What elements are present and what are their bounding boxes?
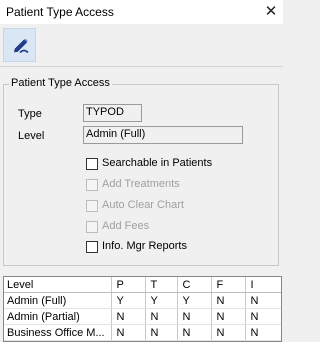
group-legend: Patient Type Access <box>9 77 112 89</box>
cell-i: N <box>245 324 281 341</box>
cell-p: Y <box>111 292 146 309</box>
table-row[interactable]: Admin (Partial) N N N N N <box>4 308 281 325</box>
column-header-level[interactable]: Level <box>4 277 112 293</box>
column-header-p[interactable]: P <box>111 277 146 293</box>
grid-header-row: Level P T C F I <box>4 277 281 293</box>
cell-t: N <box>145 324 178 341</box>
table-row[interactable]: Admin (Full) Y Y Y N N <box>4 292 281 309</box>
title-bar: Patient Type Access ✕ <box>0 0 283 24</box>
cell-c: N <box>177 308 212 325</box>
checkbox-label: Add Fees <box>102 220 150 232</box>
cell-level: Admin (Partial) <box>4 308 112 325</box>
cell-t: N <box>145 308 178 325</box>
column-header-t[interactable]: T <box>145 277 178 293</box>
column-header-i[interactable]: I <box>245 277 281 293</box>
checkbox-box[interactable] <box>86 179 98 191</box>
cell-p: N <box>111 324 146 341</box>
table-row[interactable]: Business Office M... N N N N N <box>4 324 281 341</box>
edit-button[interactable] <box>3 28 36 62</box>
checkbox-box[interactable] <box>86 221 98 233</box>
cell-c: N <box>177 324 212 341</box>
column-header-c[interactable]: C <box>177 277 212 293</box>
cell-f: N <box>211 324 246 341</box>
checkbox-box[interactable] <box>86 158 98 170</box>
level-label: Level <box>18 130 45 142</box>
cell-f: N <box>211 308 246 325</box>
pencil-edit-icon <box>14 38 29 54</box>
checkbox-box[interactable] <box>86 200 98 212</box>
window-title: Patient Type Access <box>6 5 114 19</box>
checkbox-label: Searchable in Patients <box>102 157 213 169</box>
type-field[interactable]: TYPOD <box>83 104 142 122</box>
cell-i: N <box>245 308 281 325</box>
cell-i: N <box>245 292 281 309</box>
cell-t: Y <box>145 292 178 309</box>
levels-grid[interactable]: Level P T C F I Admin (Full) Y Y Y N N A… <box>3 276 282 342</box>
levels-table: Level P T C F I Admin (Full) Y Y Y N N A… <box>4 277 281 341</box>
cell-p: N <box>111 308 146 325</box>
checkbox-box[interactable] <box>86 241 98 253</box>
type-label: Type <box>18 108 42 120</box>
cell-level: Admin (Full) <box>4 292 112 309</box>
cell-level: Business Office M... <box>4 324 112 341</box>
checkbox-label: Auto Clear Chart <box>102 199 184 211</box>
checkbox-label: Info. Mgr Reports <box>102 240 187 252</box>
cell-c: Y <box>177 292 212 309</box>
cell-f: N <box>211 292 246 309</box>
level-field[interactable]: Admin (Full) <box>83 126 243 144</box>
checkbox-label: Add Treatments <box>102 178 180 190</box>
close-button[interactable]: ✕ <box>260 1 282 23</box>
toolbar-separator <box>0 66 283 67</box>
column-header-f[interactable]: F <box>211 277 246 293</box>
